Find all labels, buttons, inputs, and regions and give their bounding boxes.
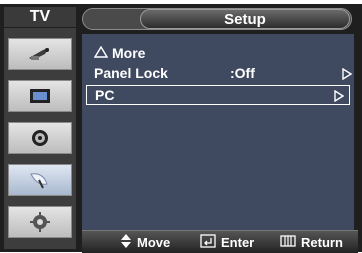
- return-icon: [280, 234, 301, 251]
- up-down-arrow-icon: [120, 234, 137, 251]
- tv-tab[interactable]: TV: [4, 7, 76, 27]
- help-return-label: Return: [301, 235, 343, 250]
- chevron-right-icon: [342, 67, 353, 83]
- chevron-right-icon: [334, 89, 345, 105]
- satellite-dish-icon: [25, 170, 55, 190]
- menu-item-pc-label: PC: [95, 87, 115, 103]
- page-title-text: Setup: [224, 10, 266, 28]
- page-title: Setup: [140, 9, 350, 29]
- sidebar-item-picture[interactable]: [8, 80, 72, 112]
- up-triangle-icon: [93, 45, 109, 61]
- menu-item-panel-lock[interactable]: Panel Lock :Off: [94, 64, 354, 82]
- top-edge: [0, 0, 362, 4]
- help-return: Return: [280, 234, 343, 251]
- menu-item-pc[interactable]: PC: [86, 85, 350, 105]
- picture-icon: [25, 86, 55, 106]
- enter-icon: [200, 234, 221, 251]
- help-move-label: Move: [137, 235, 171, 250]
- tv-tab-label: TV: [29, 8, 51, 25]
- settings-gear-icon: [25, 211, 55, 233]
- menu-item-more-label: More: [112, 45, 146, 61]
- help-move: Move: [120, 234, 170, 251]
- sidebar-item-input[interactable]: [8, 38, 72, 70]
- sound-icon: [25, 128, 55, 148]
- sidebar: [4, 28, 76, 249]
- help-bar: Move Enter Return: [82, 230, 358, 253]
- help-enter-label: Enter: [221, 235, 255, 250]
- antenna-icon: [25, 44, 55, 64]
- menu-item-panel-lock-label: Panel Lock: [94, 65, 168, 81]
- sidebar-item-setup[interactable]: [8, 164, 72, 196]
- menu-item-more[interactable]: More: [93, 44, 146, 62]
- help-enter: Enter: [200, 234, 254, 251]
- menu-panel: More Panel Lock :Off PC: [82, 34, 354, 230]
- sidebar-item-settings[interactable]: [8, 206, 72, 238]
- menu-item-panel-lock-value: :Off: [230, 65, 255, 81]
- sidebar-item-sound[interactable]: [8, 122, 72, 154]
